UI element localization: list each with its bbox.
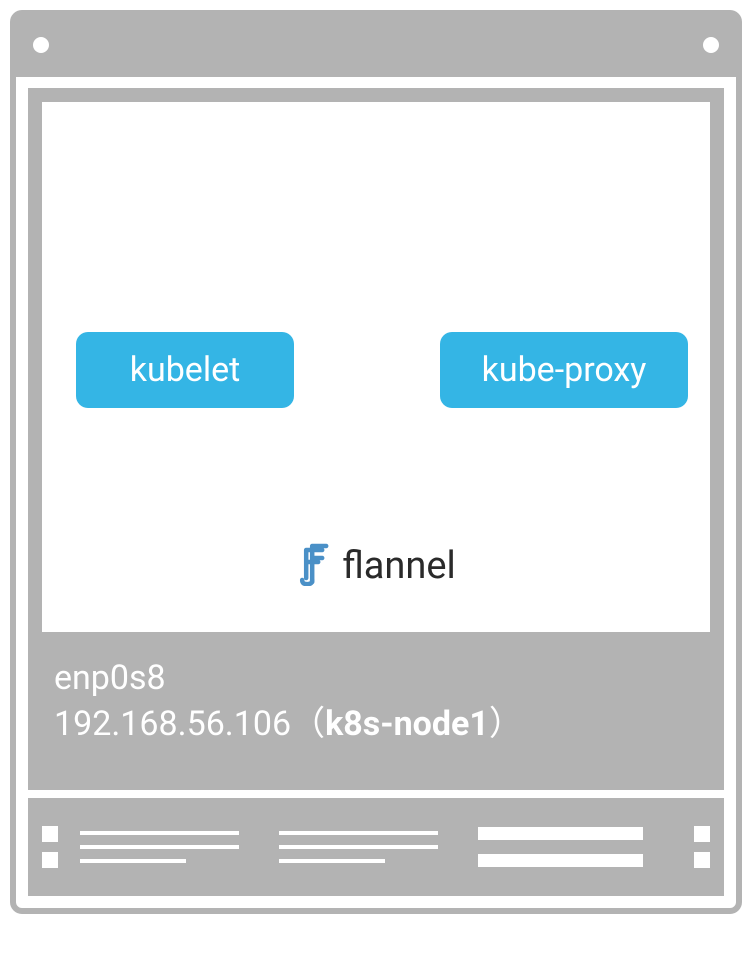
drive-slot <box>478 827 643 840</box>
vent-lines-2 <box>279 831 456 863</box>
indicator-square <box>694 852 710 868</box>
vent-line <box>279 859 385 863</box>
vent-line <box>80 859 186 863</box>
title-dot-left <box>33 37 49 53</box>
flannel-component: flannel <box>296 542 456 590</box>
inner-wrapper: kubelet kube-proxy flannel enp0s8 192.16… <box>16 76 736 798</box>
flannel-label: flannel <box>342 544 456 588</box>
node-diagram: kubelet kube-proxy flannel enp0s8 192.16… <box>10 10 742 914</box>
indicator-square <box>42 852 58 868</box>
vent-line <box>80 831 239 835</box>
content-frame: kubelet kube-proxy flannel enp0s8 192.16… <box>28 88 724 790</box>
components-area: kubelet kube-proxy flannel <box>42 102 710 632</box>
indicator-square <box>694 826 710 842</box>
vent-line <box>80 845 239 849</box>
vent-line <box>279 831 438 835</box>
hostname: k8s-node1 <box>325 704 489 744</box>
flannel-icon <box>296 542 332 590</box>
kubelet-component: kubelet <box>76 332 294 408</box>
hardware-bar <box>28 798 724 896</box>
interface-ip: 192.168.56.106 <box>54 704 291 744</box>
indicator-square <box>42 826 58 842</box>
interface-ip-line: 192.168.56.106（k8s-node1） <box>54 702 698 748</box>
drive-slot <box>478 854 643 867</box>
title-bar <box>15 15 737 77</box>
network-interface-info: enp0s8 192.168.56.106（k8s-node1） <box>42 632 710 776</box>
vent-line <box>279 845 438 849</box>
indicator-squares-left <box>42 826 58 868</box>
vent-lines-1 <box>80 831 257 863</box>
kube-proxy-component: kube-proxy <box>440 332 688 408</box>
indicator-squares-right <box>694 826 710 868</box>
interface-name: enp0s8 <box>54 656 698 702</box>
drive-bay <box>478 827 672 867</box>
title-dot-right <box>703 37 719 53</box>
